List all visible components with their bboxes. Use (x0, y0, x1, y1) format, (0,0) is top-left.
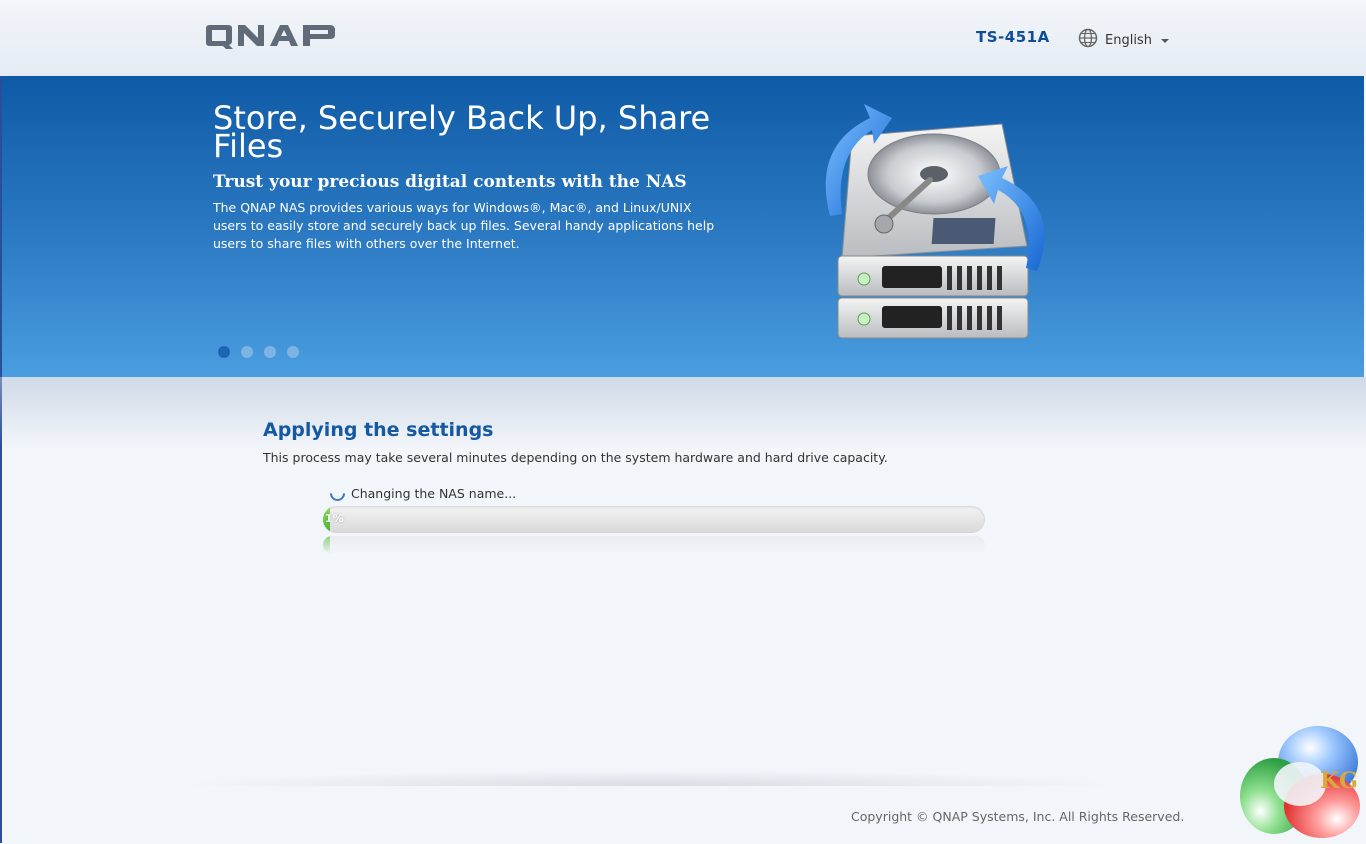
language-selector[interactable]: English (1078, 28, 1169, 52)
nas-model-label: TS-451A (976, 28, 1050, 46)
progress-bar-reflection (323, 536, 985, 554)
banner-title: Store, Securely Back Up, Share Files (213, 99, 711, 165)
progress-percent-label: 1% (325, 512, 344, 525)
nas-backup-illustration (812, 96, 1062, 370)
copyright-text: Copyright © QNAP Systems, Inc. All Right… (851, 809, 1185, 824)
banner-description: The QNAP NAS provides various ways for W… (213, 200, 715, 251)
page-description: This process may take several minutes de… (263, 450, 888, 465)
carousel-indicators (218, 346, 299, 358)
banner-subtitle: Trust your precious digital contents wit… (213, 172, 687, 192)
progress-status: Changing the NAS name... (326, 482, 517, 505)
status-text: Changing the NAS name... (351, 486, 517, 501)
language-label: English (1105, 32, 1152, 48)
carousel-dot[interactable] (264, 346, 276, 358)
footer-divider (180, 770, 1120, 786)
watermark-text: KG (1320, 768, 1358, 794)
progress-bar: 1% (323, 506, 985, 533)
carousel-dot[interactable] (287, 346, 299, 358)
qnap-logo (204, 24, 338, 54)
hero-banner: Store, Securely Back Up, Share Files Tru… (2, 76, 1364, 377)
chevron-down-icon (1160, 39, 1169, 43)
carousel-dot[interactable] (218, 346, 230, 358)
globe-icon (1078, 28, 1098, 52)
carousel-dot[interactable] (241, 346, 253, 358)
kg-watermark-logo: KG (1238, 724, 1362, 844)
page-title: Applying the settings (263, 419, 494, 441)
loading-spinner-icon (326, 482, 349, 505)
header: TS-451A English (0, 0, 1366, 76)
banner-shadow (0, 377, 1366, 447)
